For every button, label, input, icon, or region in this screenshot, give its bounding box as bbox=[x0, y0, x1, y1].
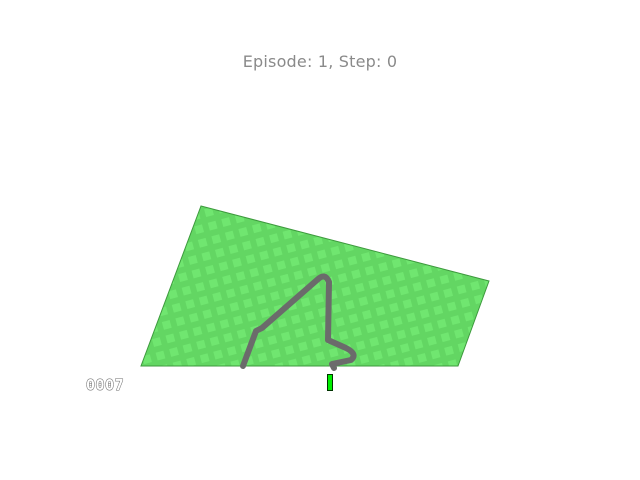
speed-indicator-bar bbox=[327, 374, 333, 391]
race-scene bbox=[140, 205, 490, 371]
game-viewport: Episode: 1, Step: 0 0007 bbox=[0, 0, 640, 480]
reward-counter: 0007 bbox=[85, 376, 125, 395]
grass-field bbox=[140, 205, 490, 367]
